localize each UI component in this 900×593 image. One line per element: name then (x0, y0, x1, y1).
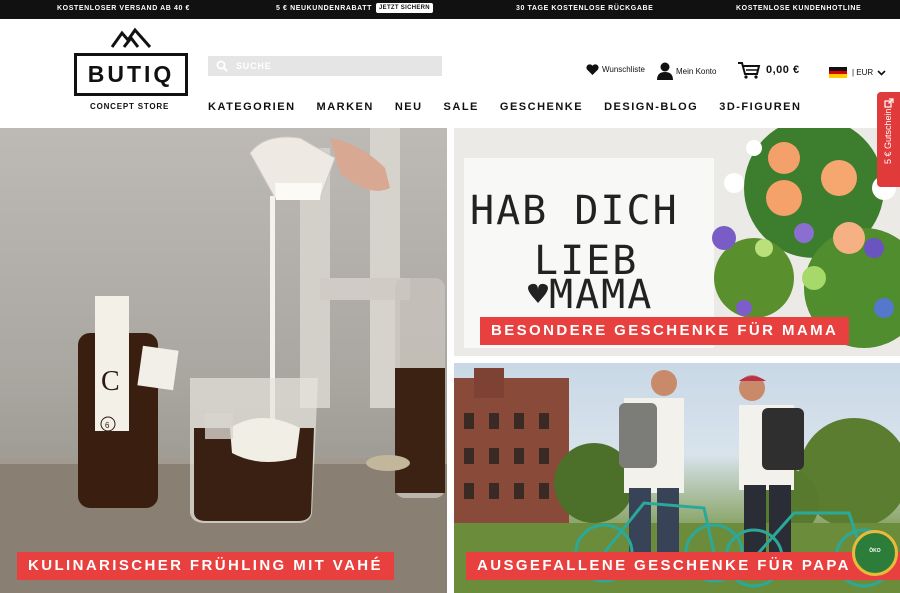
search-bar[interactable] (208, 56, 442, 76)
banner-label-geschenke-papa[interactable]: Ausgefallene Geschenke für Papa (466, 552, 900, 580)
announcement-bar: Kostenloser Versand ab 40 € 5 € Neukunde… (0, 0, 900, 19)
nav-design-blog[interactable]: Design-Blog (604, 101, 698, 115)
discount-cta-button[interactable]: Jetzt sichern (376, 3, 433, 13)
user-icon (657, 62, 673, 80)
nav-3d-figuren[interactable]: 3D-Figuren (719, 101, 801, 115)
search-input[interactable] (236, 59, 436, 73)
lightbox-line-3: MAMA (549, 272, 653, 318)
nav-marken[interactable]: Marken (317, 101, 374, 115)
cart-icon (738, 62, 761, 79)
free-shipping-notice: Kostenloser Versand ab 40 € (57, 5, 191, 12)
nav-sale[interactable]: Sale (444, 101, 479, 115)
external-link-icon (884, 98, 894, 108)
cart-link[interactable]: 0,00 € (737, 61, 800, 79)
voucher-side-tab[interactable]: 5 € Gutschein (877, 92, 900, 187)
lightbox-line-1: HAB DICH (470, 188, 679, 234)
main-navigation: Kategorien Marken Neu Sale Geschenke Des… (208, 101, 822, 115)
account-label: Mein Konto (676, 66, 717, 76)
wishlist-link[interactable]: Wunschliste (586, 64, 645, 75)
brand-logo[interactable]: BUTIQ (74, 53, 188, 96)
bottle-label-letter: C (101, 366, 120, 397)
nav-geschenke[interactable]: Geschenke (500, 101, 583, 115)
brand-tagline: CONCEPT STORE (90, 102, 170, 111)
hotline-notice[interactable]: Kostenlose Kundenhotline (736, 5, 861, 12)
search-icon[interactable] (216, 60, 228, 72)
currency-label: | EUR (852, 68, 874, 77)
new-customer-discount: 5 € Neukundenrabatt (276, 5, 373, 12)
wishlist-label: Wunschliste (602, 65, 645, 74)
voucher-tab-label: 5 € Gutschein (883, 108, 893, 164)
language-currency-selector[interactable]: | EUR (829, 67, 889, 79)
chevron-down-icon (877, 69, 886, 76)
trust-seal-text: ÖKO (869, 548, 881, 554)
nav-neu[interactable]: Neu (395, 101, 423, 115)
banner-kulinarischer-fruehling[interactable]: C 6 (0, 128, 447, 593)
german-flag-icon (829, 67, 847, 79)
nav-kategorien[interactable]: Kategorien (208, 101, 296, 115)
mountain-logo-icon[interactable] (111, 27, 151, 49)
account-link[interactable]: Mein Konto (657, 62, 716, 80)
coffee-photo: C 6 (0, 128, 447, 593)
banner-label-kulinarischer-fruehling[interactable]: Kulinarischer Frühling mit Vahé (17, 552, 394, 580)
free-returns-notice: 30 Tage kostenlose Rückgabe (516, 5, 654, 12)
bottle-label-number: 6 (105, 421, 110, 430)
heart-icon (586, 64, 599, 75)
trust-seal-badge[interactable]: ÖKO (852, 530, 898, 576)
banner-label-geschenke-mama[interactable]: Besondere Geschenke für Mama (480, 317, 850, 345)
cart-total: 0,00 € (766, 64, 800, 76)
